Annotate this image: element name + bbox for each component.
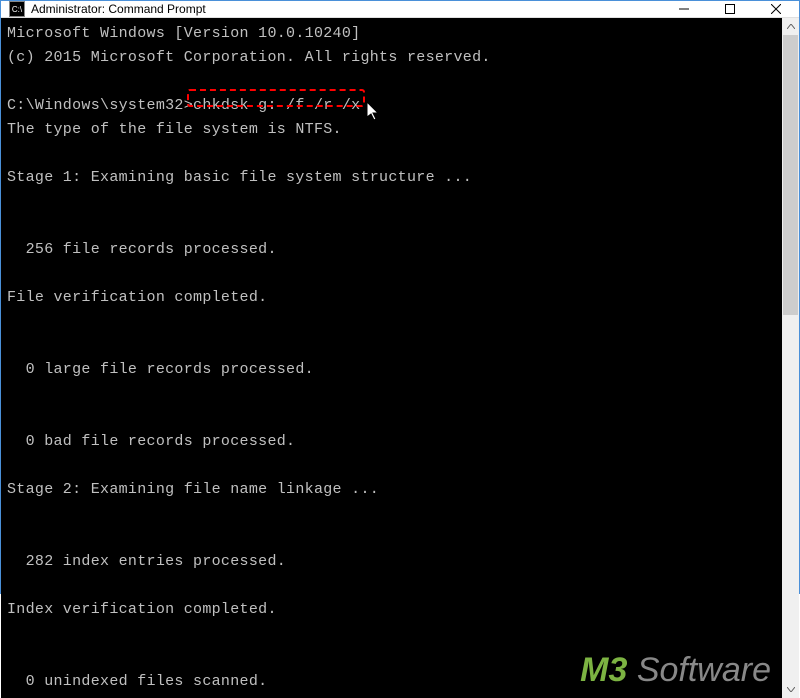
window-title: Administrator: Command Prompt	[31, 2, 661, 16]
close-button[interactable]	[753, 1, 799, 17]
terminal-area: Microsoft Windows [Version 10.0.10240] (…	[1, 18, 799, 698]
vertical-scrollbar[interactable]	[782, 18, 799, 698]
chevron-down-icon	[787, 687, 795, 692]
app-icon: C:\	[9, 1, 25, 17]
minimize-button[interactable]	[661, 1, 707, 17]
scroll-up-button[interactable]	[782, 18, 799, 35]
titlebar[interactable]: C:\ Administrator: Command Prompt	[1, 1, 799, 18]
close-icon	[771, 4, 781, 14]
terminal-output[interactable]: Microsoft Windows [Version 10.0.10240] (…	[1, 18, 782, 698]
command-prompt-window: C:\ Administrator: Command Prompt Micros…	[0, 0, 800, 594]
maximize-icon	[725, 4, 735, 14]
window-controls	[661, 1, 799, 17]
scroll-down-button[interactable]	[782, 681, 799, 698]
scroll-thumb[interactable]	[783, 35, 798, 315]
chevron-up-icon	[787, 24, 795, 29]
maximize-button[interactable]	[707, 1, 753, 17]
minimize-icon	[679, 4, 689, 14]
